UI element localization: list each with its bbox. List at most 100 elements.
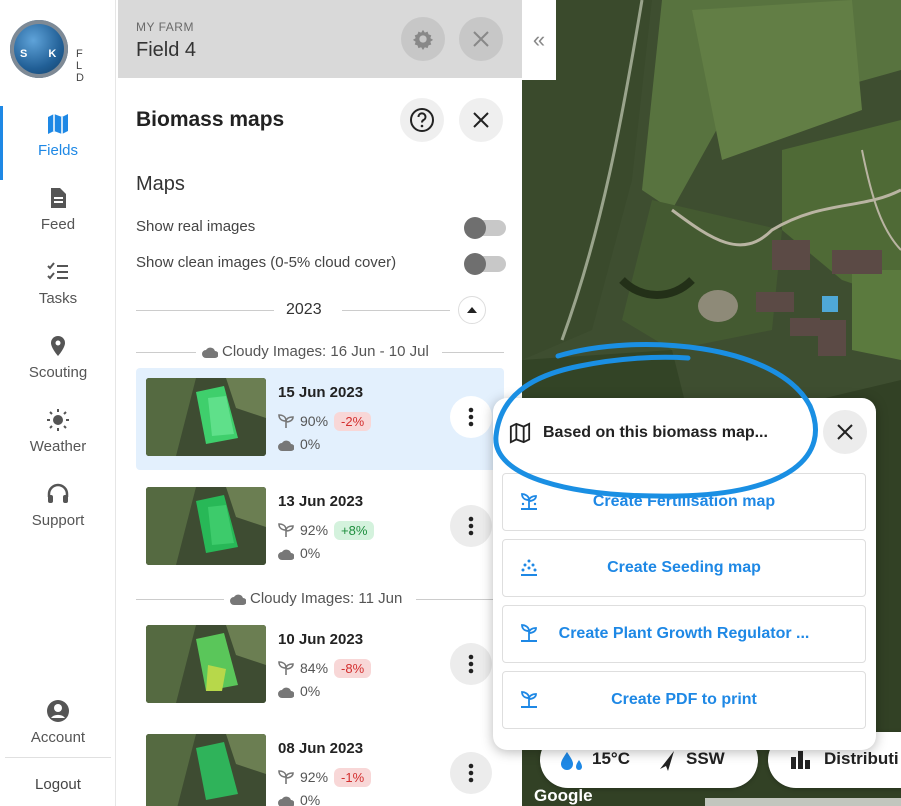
double-chevron-left-icon: «: [532, 27, 546, 52]
map-attribution: [705, 798, 901, 806]
cloudy-group-header: Cloudy Images: 11 Jun: [136, 589, 504, 609]
create-pgr-map-button[interactable]: Create Plant Growth Regulator ...: [502, 605, 866, 663]
kebab-menu-icon: [468, 407, 474, 427]
biomass-panel: MY FARM Field 4 Biomass maps Maps Show r…: [118, 0, 522, 806]
create-pdf-button[interactable]: Create PDF to print: [502, 671, 866, 729]
nav-item-fields[interactable]: Fields: [0, 106, 116, 184]
close-icon: [837, 424, 853, 440]
field-settings-button[interactable]: [401, 17, 445, 61]
wind-direction-icon: [660, 751, 674, 771]
year-divider: 2023: [136, 296, 504, 324]
nav-item-tasks[interactable]: Tasks: [0, 260, 116, 332]
checklist-icon: [47, 262, 68, 280]
divider-line: [442, 352, 504, 353]
sprout-icon: [278, 523, 294, 537]
cloud-row: 0%: [278, 683, 320, 699]
panel-title: Biomass maps: [136, 108, 285, 131]
change-badge: -2%: [334, 412, 372, 431]
create-seeding-map-button[interactable]: Create Seeding map: [502, 539, 866, 597]
biomass-row: 92% +8%: [278, 521, 375, 540]
nav-label: Fields: [37, 142, 78, 159]
biomass-value: 90%: [300, 413, 329, 429]
kebab-menu-icon: [468, 654, 474, 674]
year-label: 2023: [286, 301, 322, 318]
close-field-button[interactable]: [459, 17, 503, 61]
account-icon: [47, 700, 69, 722]
nav-item-scouting[interactable]: Scouting: [0, 334, 116, 406]
biomass-row: 84% -8%: [278, 659, 372, 678]
cloud-value: 0%: [300, 792, 321, 806]
sprout-icon: [278, 414, 294, 428]
main-nav: S K Y F L D Fields Feed Tasks Scouting W…: [0, 0, 116, 806]
cloudy-group-label: Cloudy Images: 11 Jun: [250, 590, 403, 607]
cloud-icon: [278, 440, 295, 451]
card-date: 15 Jun 2023: [278, 384, 364, 401]
nav-item-weather[interactable]: Weather: [0, 408, 116, 480]
headset-icon: [47, 483, 69, 503]
cloudy-group-title: Cloudy Images: 16 Jun - 10 Jul: [202, 343, 429, 360]
popup-title: Based on this biomass map...: [543, 424, 768, 441]
biomass-row: 90% -2%: [278, 412, 372, 431]
field-header: MY FARM Field 4: [118, 0, 522, 78]
nav-label: Scouting: [28, 364, 88, 381]
real-images-switch[interactable]: [464, 217, 506, 239]
biomass-map-card[interactable]: 10 Jun 2023 84% -8% 0%: [136, 615, 504, 717]
close-popup-button[interactable]: [823, 410, 867, 454]
map-icon: [48, 114, 68, 134]
nav-item-feed[interactable]: Feed: [0, 186, 116, 258]
document-icon: [51, 188, 66, 208]
sprout-icon: [278, 661, 294, 675]
card-menu-button[interactable]: [450, 505, 492, 547]
year-collapse-button[interactable]: [458, 296, 486, 324]
bar-chart-icon: [791, 751, 810, 769]
nav-label: Feed: [40, 216, 76, 233]
nav-label: Account: [30, 729, 86, 746]
biomass-map-card[interactable]: 08 Jun 2023 92% -1% 0%: [136, 724, 504, 806]
cloud-icon: [202, 347, 219, 358]
collapse-panel-button[interactable]: «: [522, 0, 556, 80]
card-menu-button[interactable]: [450, 396, 492, 438]
cloud-icon: [278, 687, 295, 698]
card-menu-button[interactable]: [450, 643, 492, 685]
chevron-up-icon: [467, 307, 477, 313]
cloud-icon: [278, 549, 295, 560]
biomass-map-card[interactable]: 13 Jun 2023 92% +8% 0%: [136, 477, 504, 579]
divider-line: [136, 310, 274, 311]
cloud-icon: [278, 796, 295, 806]
nav-item-account[interactable]: Account: [0, 699, 116, 771]
card-date: 10 Jun 2023: [278, 631, 364, 648]
divider-line: [342, 310, 450, 311]
google-logo: Google: [534, 786, 593, 805]
skyfld-logo: S K Y F L D: [10, 20, 110, 84]
divider-line: [136, 599, 224, 600]
maps-section-title: Maps: [136, 173, 185, 195]
biomass-map-card[interactable]: 15 Jun 2023 90% -2% 0%: [136, 368, 504, 470]
create-fertilisation-map-button[interactable]: Create Fertilisation map: [502, 473, 866, 531]
field-name: Field 4: [136, 39, 197, 61]
app-root: Google 15°C SSW Distributi S K Y F L D F…: [0, 0, 901, 806]
card-date: 08 Jun 2023: [278, 740, 364, 757]
biomass-value: 84%: [300, 660, 329, 676]
cloud-row: 0%: [278, 545, 320, 561]
distribution-label: Distributi: [824, 749, 899, 768]
close-panel-button[interactable]: [459, 98, 503, 142]
nav-item-support[interactable]: Support: [0, 482, 116, 554]
action-label: Create Seeding map: [607, 559, 761, 576]
toggle-real-images: Show real images: [136, 217, 506, 239]
change-badge: -1%: [334, 768, 372, 787]
cloud-value: 0%: [300, 545, 321, 561]
logout-link[interactable]: Logout: [0, 776, 116, 793]
map-icon: [509, 422, 531, 444]
wind-value: SSW: [686, 749, 725, 768]
clean-images-switch[interactable]: [464, 253, 506, 275]
cloud-value: 0%: [300, 683, 321, 699]
nav-label: Tasks: [38, 290, 78, 307]
cloud-row: 0%: [278, 792, 320, 806]
card-date: 13 Jun 2023: [278, 493, 364, 510]
card-menu-button[interactable]: [450, 752, 492, 794]
biomass-thumbnail: [146, 378, 266, 456]
cloud-row: 0%: [278, 436, 320, 452]
help-button[interactable]: [400, 98, 444, 142]
kebab-menu-icon: [468, 516, 474, 536]
kebab-menu-icon: [468, 763, 474, 783]
